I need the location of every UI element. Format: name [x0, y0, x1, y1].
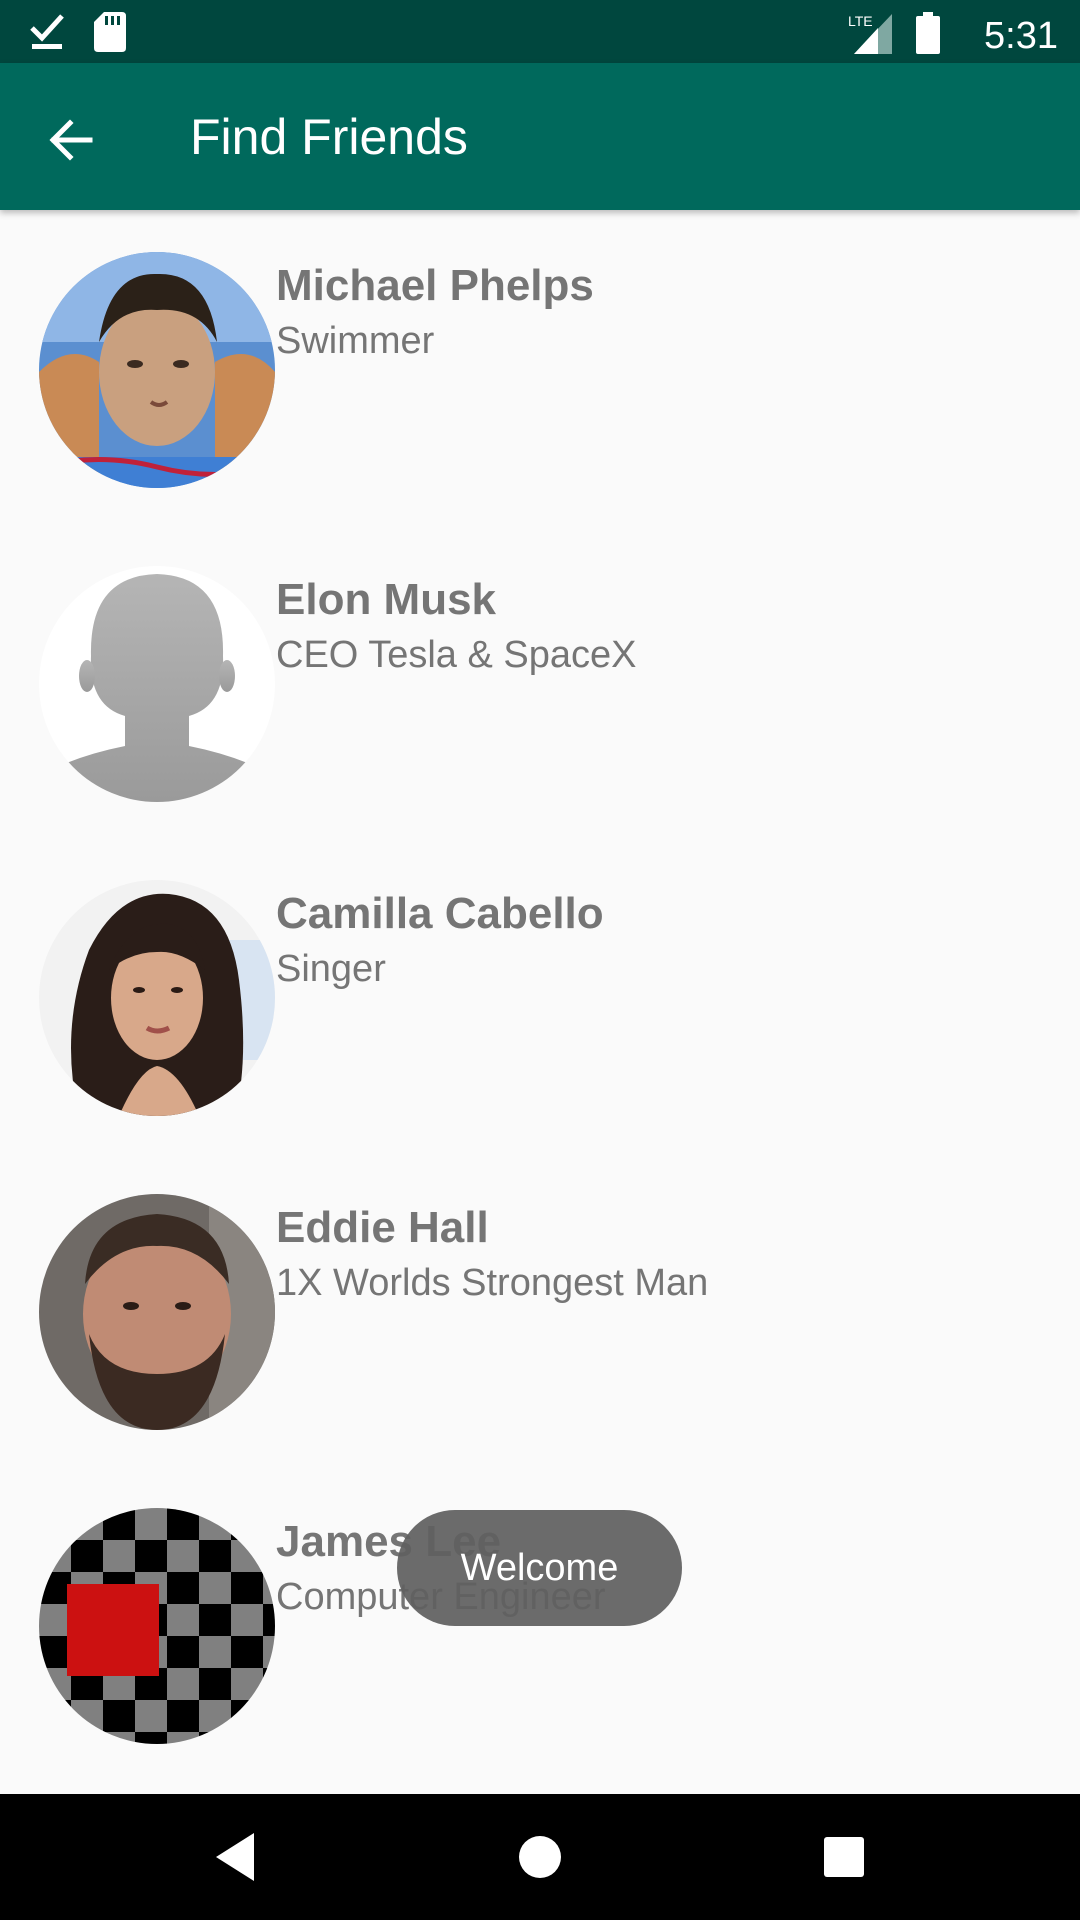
- status-bar: LTE 5:31: [0, 0, 1080, 63]
- home-circle-icon: [519, 1836, 561, 1878]
- arrow-back-icon: [49, 119, 93, 161]
- friend-list-item[interactable]: Elon Musk CEO Tesla & SpaceX: [0, 524, 1080, 838]
- friend-description: 1X Worlds Strongest Man: [276, 1262, 709, 1304]
- default-person-icon: [39, 566, 275, 802]
- friend-list-item[interactable]: Eddie Hall 1X Worlds Strongest Man: [0, 1152, 1080, 1466]
- navigation-bar: [0, 1794, 1080, 1920]
- lte-signal-icon: LTE: [848, 13, 892, 54]
- friend-name: Elon Musk: [276, 575, 497, 624]
- welcome-toast: Welcome: [397, 1510, 682, 1626]
- app-bar: Find Friends: [0, 63, 1080, 210]
- friend-name: Eddie Hall: [276, 1203, 489, 1252]
- nav-back-button[interactable]: [206, 1827, 266, 1887]
- recents-square-icon: [824, 1837, 864, 1877]
- nav-recents-button[interactable]: [814, 1827, 874, 1887]
- friend-list-item[interactable]: Camilla Cabello Singer: [0, 838, 1080, 1152]
- friend-description: Swimmer: [276, 320, 435, 362]
- friend-avatar: [39, 880, 275, 1116]
- friend-avatar: [39, 252, 275, 488]
- download-done-icon: [30, 14, 64, 49]
- status-time: 5:31: [984, 15, 1058, 57]
- friend-avatar: [39, 566, 275, 802]
- page-title: Find Friends: [190, 109, 468, 165]
- status-right-icons: LTE 5:31: [848, 6, 1058, 57]
- back-button[interactable]: [38, 105, 108, 175]
- back-triangle-icon: [216, 1833, 254, 1881]
- friend-list-item[interactable]: Michael Phelps Swimmer: [0, 210, 1080, 524]
- friend-name: Michael Phelps: [276, 261, 594, 310]
- friend-description: CEO Tesla & SpaceX: [276, 634, 637, 676]
- sd-card-icon: [94, 12, 126, 52]
- find-friends-screen: LTE 5:31 Find Friends Michael Phelps Swi…: [0, 0, 1080, 1920]
- friend-avatar: [39, 1508, 275, 1744]
- friend-description: Singer: [276, 948, 386, 990]
- nav-home-button[interactable]: [510, 1827, 570, 1887]
- checkerboard-placeholder-icon: [39, 1508, 275, 1744]
- battery-icon: [916, 12, 940, 54]
- friend-name: Camilla Cabello: [276, 889, 604, 938]
- network-type-label: LTE: [848, 13, 873, 29]
- friend-avatar: [39, 1194, 275, 1430]
